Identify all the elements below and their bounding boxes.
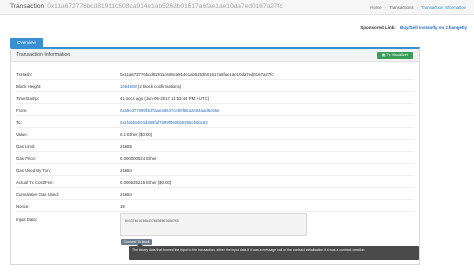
divider (16, 91, 414, 92)
page-title: Transaction 0x11a672776bcd81911c508ca914e… (10, 3, 283, 10)
field-value-value: 0.1 Ether ($0.00) (120, 132, 153, 137)
divider (16, 187, 414, 188)
from-address-link[interactable]: 0xa9cd77999f3d7aaea8647ce80f56a2e84aad6c… (120, 108, 219, 113)
sponsored-link: Sponsored Link: Buy/Sell Instantly on Ch… (360, 25, 467, 30)
field-value-gas-price: 0.000000024 Ether (120, 156, 157, 161)
divider (16, 199, 414, 200)
block-height-link[interactable]: 1064808 (120, 84, 137, 89)
tab-overview[interactable]: Overview (10, 38, 43, 47)
input-data-textarea[interactable]: 0x537461636b4578636861606765 (120, 213, 307, 236)
breadcrumb-separator: › (416, 4, 419, 10)
page-title-label: Transaction (10, 3, 45, 10)
divider (16, 175, 414, 176)
panel-header: Transaction Information ▦Tx Visualizer (11, 49, 419, 62)
divider (16, 151, 414, 152)
field-label: Actual Tx Cost/Fee: (16, 180, 54, 185)
divider (16, 115, 414, 116)
divider (16, 211, 414, 212)
field-label: Input Data: (16, 217, 38, 222)
field-value-gas-limit: 21685 (120, 144, 132, 149)
divider (16, 79, 414, 80)
divider (16, 139, 414, 140)
sponsored-link-text[interactable]: Buy/Sell Instantly on Changelly (400, 25, 467, 30)
page-title-hash: 0x11a672776bcd81911c508ca914e1ab5263b016… (47, 3, 283, 10)
to-address-link[interactable]: 0x1fd6b5b03d369faf7689f950bb0295cb6bc63 (120, 120, 208, 125)
sponsored-label: Sponsored Link: (360, 25, 396, 30)
field-label: Gas Price: (16, 156, 37, 161)
field-label: Value: (16, 132, 28, 137)
field-value-block-height: 1064808 (2 block confirmations) (120, 84, 181, 89)
block-confirmations: (2 block confirmations) (136, 84, 182, 89)
divider (16, 103, 414, 104)
panel-title: Transaction Information (16, 52, 71, 58)
page-header: Transaction 0x11a672776bcd81911c508ca914e… (0, 0, 474, 15)
breadcrumb-separator: › (384, 4, 387, 10)
field-label: Gas Used By Txn: (16, 168, 51, 173)
breadcrumb-transactions[interactable]: Transactions (389, 5, 413, 10)
field-value-timestamp: 41 secs ago (Jun-05-2017 11:53:44 PM +UT… (120, 96, 210, 101)
visualizer-icon: ▦ (381, 52, 386, 57)
breadcrumb-current: Transaction Information (421, 4, 466, 10)
transaction-panel: Transaction Information ▦Tx Visualizer T… (10, 47, 420, 265)
divider (16, 127, 414, 128)
field-label: Nonce: (16, 204, 30, 209)
field-value-nonce: 19 (120, 204, 125, 209)
field-label: TxHash: (16, 72, 32, 77)
field-label: To: (16, 120, 22, 125)
field-label: TimeStamp: (16, 96, 40, 101)
field-label: Block Height: (16, 84, 42, 89)
breadcrumb: Home › Transactions › Transaction Informatio… (369, 5, 467, 10)
field-label: Gas Limit: (16, 144, 36, 149)
input-data-tooltip: The binary data that formed the input to… (129, 243, 419, 260)
breadcrumb-home[interactable]: Home (370, 5, 381, 10)
field-value-cumulative-gas: 21684 (120, 192, 132, 197)
field-label: Cumulative Gas Used: (16, 192, 59, 197)
tx-visualizer-label: Tx Visualizer (386, 52, 409, 57)
field-value-tx-fee: 0.000525216 Ether ($0.00) (120, 180, 172, 185)
tx-visualizer-button[interactable]: ▦Tx Visualizer (377, 51, 413, 59)
field-label: From: (16, 108, 28, 113)
field-value-txhash: 0x11a672776bcd81911c508ca914e1ab5263b016… (120, 72, 274, 77)
field-value-gas-used: 21684 (120, 168, 132, 173)
divider (16, 163, 414, 164)
